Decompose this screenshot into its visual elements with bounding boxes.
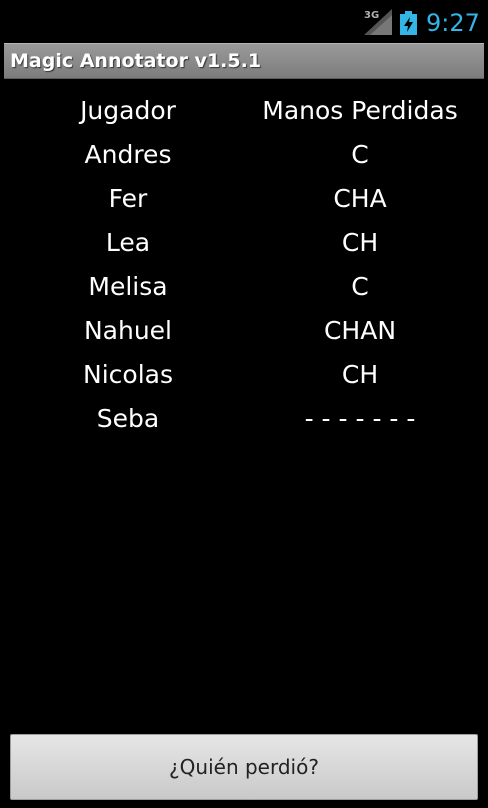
player-name: Seba bbox=[96, 404, 160, 433]
table-row: Lea CH bbox=[0, 221, 488, 265]
status-bar: 3G 9:27 bbox=[0, 0, 488, 42]
table-row: Nicolas CH bbox=[0, 353, 488, 397]
player-name: Andres bbox=[84, 140, 172, 169]
hands-lost: C bbox=[351, 140, 369, 169]
table-row: Fer CHA bbox=[0, 177, 488, 221]
player-name: Melisa bbox=[88, 272, 168, 301]
header-hands-lost: Manos Perdidas bbox=[262, 96, 458, 125]
status-clock: 9:27 bbox=[426, 9, 480, 37]
hands-lost: CH bbox=[341, 228, 379, 257]
battery-charging-icon bbox=[400, 11, 417, 35]
table-header-row: Jugador Manos Perdidas bbox=[0, 89, 488, 133]
signal-icon bbox=[364, 9, 392, 35]
app-screen: 3G 9:27 Magic Annotator v1.5.1 Jugador M… bbox=[0, 0, 488, 808]
title-bar: Magic Annotator v1.5.1 bbox=[4, 43, 484, 79]
player-name: Lea bbox=[105, 228, 151, 257]
hands-lost: CHA bbox=[333, 184, 387, 213]
table-row: Seba - - - - - - - bbox=[0, 397, 488, 441]
header-player: Jugador bbox=[80, 96, 176, 125]
hands-lost: C bbox=[351, 272, 369, 301]
app-title: Magic Annotator v1.5.1 bbox=[10, 50, 262, 72]
player-name: Fer bbox=[108, 184, 148, 213]
hands-lost: CH bbox=[341, 360, 379, 389]
player-name: Nahuel bbox=[83, 316, 173, 345]
hands-lost: CHAN bbox=[323, 316, 397, 345]
table-row: Andres C bbox=[0, 133, 488, 177]
player-name: Nicolas bbox=[83, 360, 173, 389]
hands-lost: - - - - - - - bbox=[304, 404, 416, 433]
hands-table: Jugador Manos Perdidas Andres C Fer CHA … bbox=[0, 89, 488, 441]
who-lost-button[interactable]: ¿Quién perdió? bbox=[10, 734, 478, 800]
table-row: Melisa C bbox=[0, 265, 488, 309]
table-row: Nahuel CHAN bbox=[0, 309, 488, 353]
